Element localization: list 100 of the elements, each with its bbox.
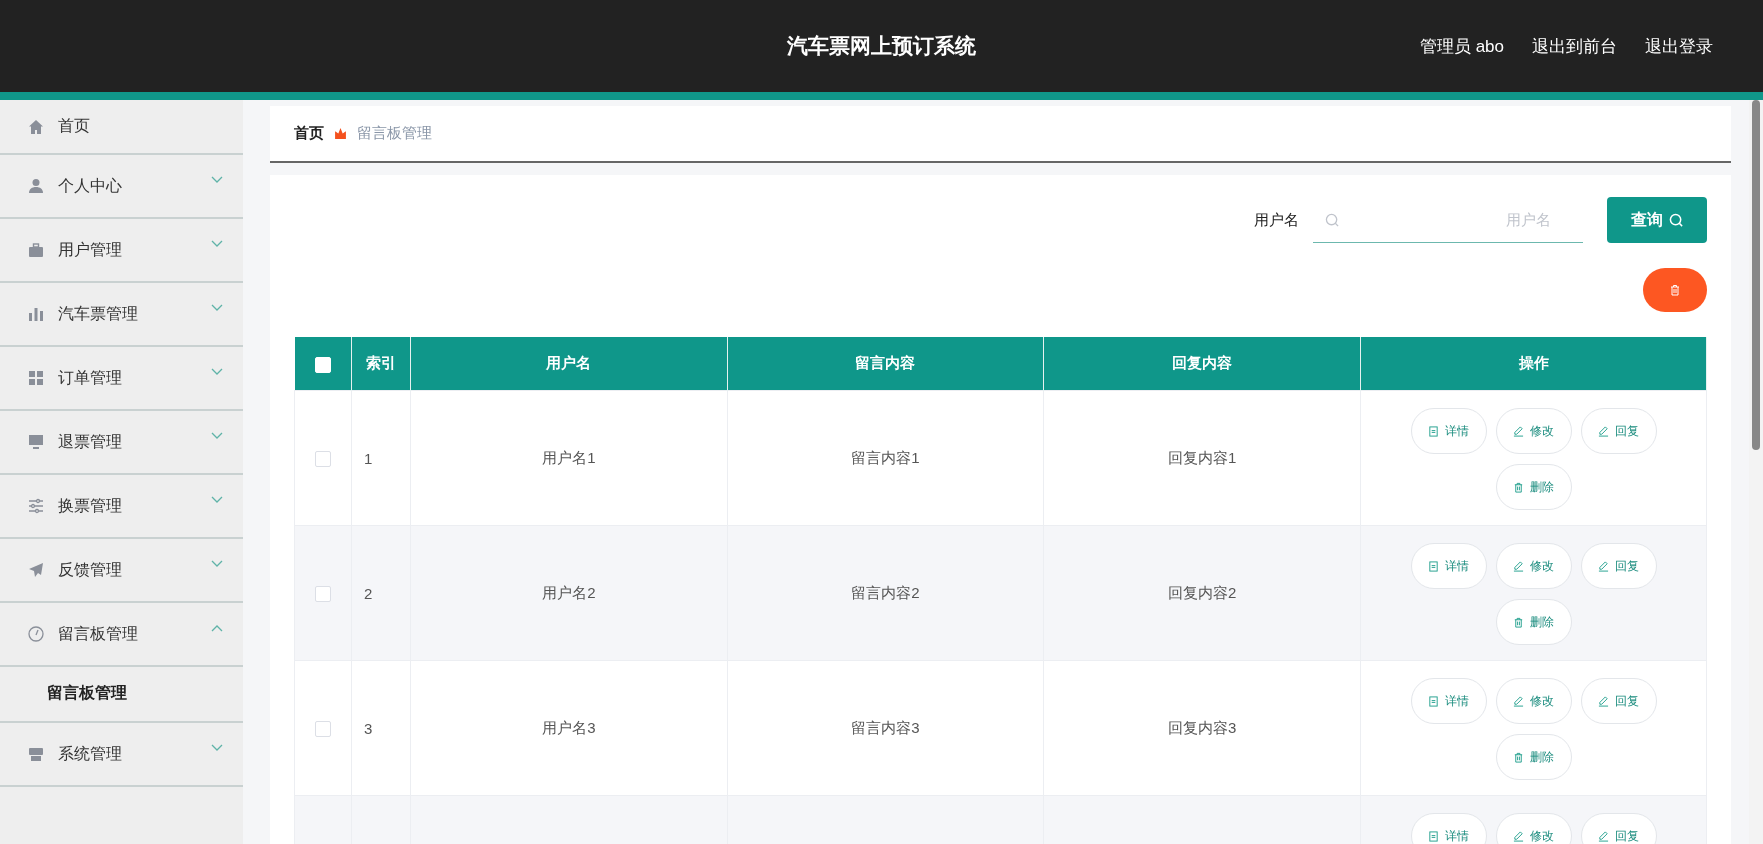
delete-button[interactable]: 删除 [1495, 464, 1572, 510]
table-cell: 1 [364, 449, 373, 467]
row-checkbox[interactable] [315, 586, 331, 602]
pencil-icon [1513, 425, 1524, 437]
home-icon [28, 118, 44, 135]
header-link[interactable]: 管理员 abo [1419, 34, 1504, 58]
table-cell: 留言内容1 [851, 448, 920, 466]
select-all-checkbox[interactable] [314, 356, 331, 373]
search-icon [1668, 212, 1684, 228]
chevron-down-icon [211, 176, 223, 184]
reply-button[interactable]: 回复 [1580, 543, 1657, 589]
pencil-icon [1513, 830, 1524, 842]
pencil-icon [1598, 425, 1609, 437]
sidebar-label: 反馈管理 [58, 559, 122, 580]
sliders-icon [28, 498, 44, 514]
column-header: 操作 [1360, 337, 1707, 391]
delete-button[interactable] [1643, 268, 1707, 312]
user-icon [28, 178, 44, 194]
app-title: 汽车票网上预订系统 [787, 33, 976, 59]
breadcrumb-link[interactable]: 留言板管理 [357, 124, 432, 143]
column-header: 用户名 [410, 337, 728, 391]
table-cell: 留言内容3 [851, 718, 920, 736]
sidebar-item[interactable]: 首页 [0, 100, 243, 155]
document-icon [1428, 695, 1439, 707]
reply-button[interactable]: 回复 [1580, 408, 1657, 454]
chevron-down-icon [211, 744, 223, 752]
delete-button[interactable]: 删除 [1495, 599, 1572, 645]
detail-button[interactable]: 详情 [1410, 813, 1487, 844]
scrollbar[interactable] [1749, 100, 1763, 844]
case-icon [28, 242, 44, 258]
search-icon [1325, 212, 1340, 228]
breadcrumb-link[interactable]: 首页 [294, 124, 324, 143]
chevron-down-icon [211, 240, 223, 248]
edit-button[interactable]: 修改 [1495, 678, 1572, 724]
sidebar-item[interactable]: 用户管理 [0, 219, 243, 283]
table-cell: 回复内容2 [1168, 583, 1237, 601]
table-cell: 留言内容2 [851, 583, 920, 601]
table-cell: 用户名3 [542, 718, 596, 736]
trash-icon [1513, 481, 1524, 493]
edit-button[interactable]: 修改 [1495, 543, 1572, 589]
trash-icon [1513, 751, 1524, 763]
delete-button[interactable]: 删除 [1495, 734, 1572, 780]
header-link[interactable]: 退出到前台 [1532, 34, 1617, 58]
pencil-icon [1598, 560, 1609, 572]
column-header: 留言内容 [727, 337, 1044, 391]
table-cell: 回复内容3 [1168, 718, 1237, 736]
detail-button[interactable]: 详情 [1410, 678, 1487, 724]
sidebar-item[interactable]: 留言板管理 [0, 603, 243, 667]
pencil-icon [1598, 830, 1609, 842]
row-checkbox[interactable] [315, 721, 331, 737]
header-link[interactable]: 退出登录 [1645, 34, 1713, 58]
reply-button[interactable]: 回复 [1580, 813, 1657, 844]
search-label: 用户名 [1254, 210, 1299, 230]
chevron-up-icon [211, 624, 223, 632]
chevron-down-icon [211, 368, 223, 376]
plane-icon [28, 562, 44, 578]
table-cell: 用户名2 [542, 583, 596, 601]
sidebar-label: 退票管理 [58, 431, 122, 452]
sidebar-label: 订单管理 [58, 367, 122, 388]
search-field[interactable]: 用户名 [1313, 197, 1583, 243]
sidebar-item[interactable]: 换票管理 [0, 475, 243, 539]
grid-icon [28, 370, 44, 386]
sidebar-item[interactable]: 反馈管理 [0, 539, 243, 603]
row-checkbox[interactable] [315, 451, 331, 467]
query-button[interactable]: 查询 [1607, 197, 1707, 243]
sidebar-item[interactable]: 退票管理 [0, 411, 243, 475]
detail-button[interactable]: 详情 [1410, 408, 1487, 454]
column-header: 索引 [351, 337, 411, 391]
edit-button[interactable]: 修改 [1495, 408, 1572, 454]
sidebar-label: 换票管理 [58, 495, 122, 516]
pencil-icon [1513, 695, 1524, 707]
store-icon [28, 746, 44, 762]
sidebar-label: 系统管理 [58, 743, 122, 764]
sidebar-label: 个人中心 [58, 175, 122, 196]
chevron-down-icon [211, 432, 223, 440]
sidebar-label: 留言板管理 [58, 623, 138, 644]
column-header: 回复内容 [1043, 337, 1361, 391]
edit-button[interactable]: 修改 [1495, 813, 1572, 844]
trash-icon [1513, 616, 1524, 628]
reply-button[interactable]: 回复 [1580, 678, 1657, 724]
detail-button[interactable]: 详情 [1410, 543, 1487, 589]
sidebar-subitem[interactable]: 留言板管理 [0, 665, 243, 723]
chevron-down-icon [211, 304, 223, 312]
monitor-icon [28, 434, 44, 450]
bars-icon [28, 306, 44, 322]
sidebar-label: 首页 [58, 116, 90, 136]
chevron-down-icon [211, 496, 223, 504]
sidebar-item[interactable]: 个人中心 [0, 155, 243, 219]
table-cell: 回复内容1 [1168, 448, 1237, 466]
pencil-icon [1598, 695, 1609, 707]
sidebar-item[interactable]: 系统管理 [0, 723, 243, 787]
pencil-icon [1513, 560, 1524, 572]
sidebar-label: 用户管理 [58, 239, 122, 260]
sidebar-item[interactable]: 订单管理 [0, 347, 243, 411]
trash-icon [1669, 284, 1681, 296]
sidebar-item[interactable]: 汽车票管理 [0, 283, 243, 347]
document-icon [1428, 425, 1439, 437]
chevron-down-icon [211, 560, 223, 568]
sidebar-label: 汽车票管理 [58, 303, 138, 324]
table-cell: 用户名1 [542, 448, 596, 466]
